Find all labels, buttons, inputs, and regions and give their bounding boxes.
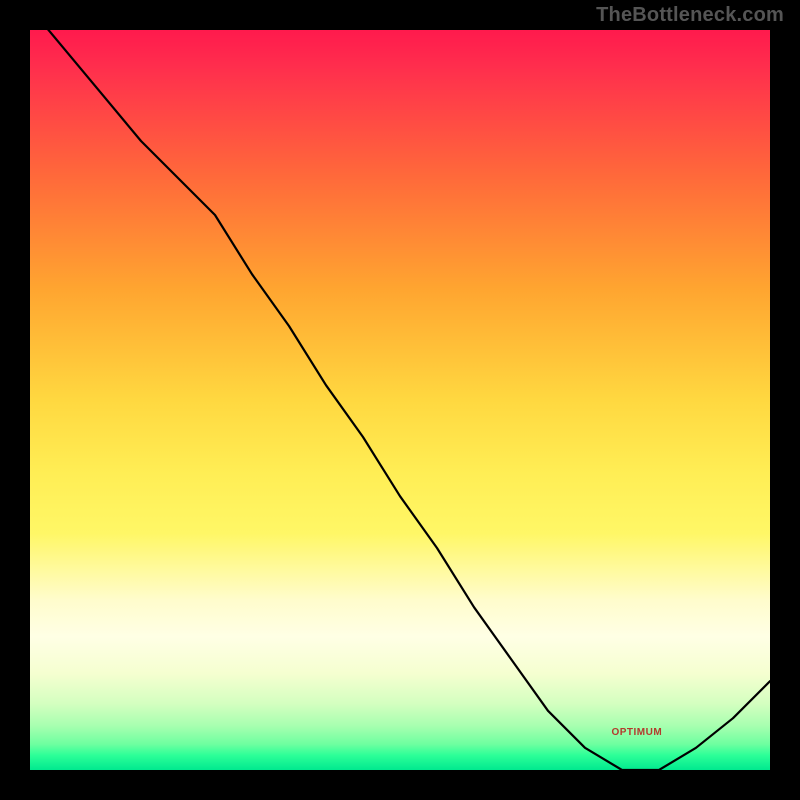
bottleneck-curve bbox=[30, 30, 770, 770]
watermark-text: TheBottleneck.com bbox=[596, 4, 784, 27]
plot-area: OPTIMUM bbox=[30, 30, 770, 770]
optimum-label: OPTIMUM bbox=[611, 727, 662, 738]
curve-path bbox=[30, 30, 770, 770]
